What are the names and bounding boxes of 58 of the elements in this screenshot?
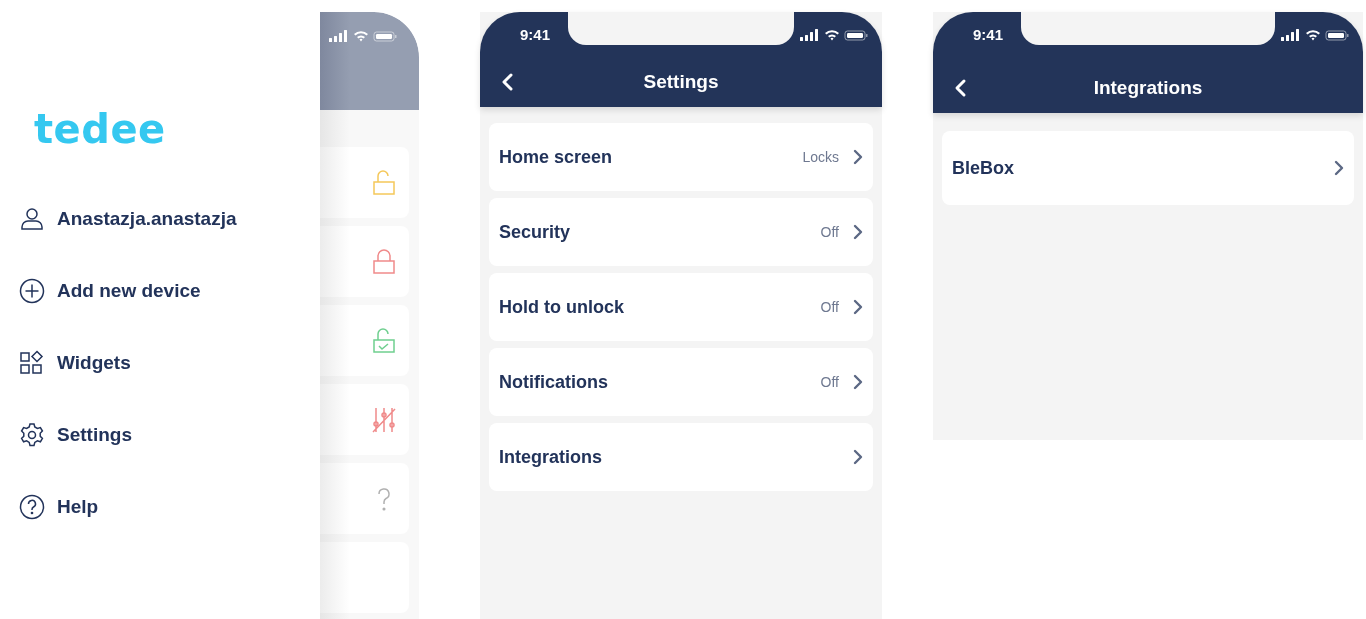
wifi-icon <box>1306 29 1320 40</box>
chevron-right-icon <box>1334 160 1344 176</box>
add-icon <box>19 278 45 304</box>
device-card[interactable] <box>320 384 409 455</box>
row-value: Locks <box>802 149 839 165</box>
battery-icon <box>373 31 397 42</box>
device-card[interactable] <box>320 226 409 297</box>
back-icon[interactable] <box>953 78 967 98</box>
help-icon <box>19 494 45 520</box>
row-label: Security <box>499 221 572 243</box>
chevron-right-icon <box>853 149 863 165</box>
row-label: Home screen <box>499 146 614 168</box>
menu-item[interactable]: Settings <box>19 420 132 450</box>
row-label: Notifications <box>499 371 609 393</box>
battery-icon <box>1325 30 1349 40</box>
tedee-logo: tedee <box>34 105 166 154</box>
row-label: Hold to unlock <box>499 296 625 318</box>
settings-row[interactable]: Hold to unlock Off <box>489 273 873 341</box>
menu-item[interactable]: Help <box>19 492 99 522</box>
padlock-icon <box>371 247 397 276</box>
settings-row[interactable]: Security Off <box>489 198 873 266</box>
signal-icon <box>800 28 818 41</box>
battery-icon <box>844 30 868 40</box>
menu-item[interactable]: Widgets <box>19 348 131 378</box>
screen-title: Settings <box>643 71 719 93</box>
settings-row[interactable]: BleBox <box>942 131 1354 205</box>
chevron-right-icon <box>853 224 863 240</box>
widgets-icon <box>19 350 45 376</box>
row-value: Off <box>820 224 839 240</box>
chevron-right-icon <box>853 374 863 390</box>
status-time: 9:41 <box>973 26 1004 43</box>
settings-row[interactable]: Integrations <box>489 423 873 491</box>
row-label: BleBox <box>952 157 1015 179</box>
device-card[interactable] <box>320 305 409 376</box>
signal-icon <box>1281 28 1299 41</box>
row-value: Off <box>820 299 839 315</box>
unlocked-padlock-icon <box>371 168 397 197</box>
wifi-icon <box>825 29 839 40</box>
screen-title: Integrations <box>1093 77 1203 99</box>
status-time: 9:41 <box>520 26 551 43</box>
unlocked-padlock-check-icon <box>371 326 397 355</box>
signal-icon <box>329 30 347 42</box>
back-icon[interactable] <box>500 72 514 92</box>
device-card[interactable] <box>320 147 409 218</box>
device-card[interactable] <box>320 463 409 534</box>
row-value: Off <box>820 374 839 390</box>
menu-item[interactable]: Add new device <box>19 276 201 306</box>
chevron-right-icon <box>853 449 863 465</box>
settings-row[interactable]: Home screen Locks <box>489 123 873 191</box>
device-card[interactable] <box>320 542 409 613</box>
settings-row[interactable]: Notifications Off <box>489 348 873 416</box>
chevron-right-icon <box>853 299 863 315</box>
menu-item[interactable]: Anastazja.anastazja <box>19 204 237 234</box>
row-label: Integrations <box>499 446 603 468</box>
wifi-icon <box>354 31 368 42</box>
user-icon <box>19 206 45 232</box>
sliders-icon <box>371 405 397 434</box>
settings-icon <box>19 422 45 448</box>
